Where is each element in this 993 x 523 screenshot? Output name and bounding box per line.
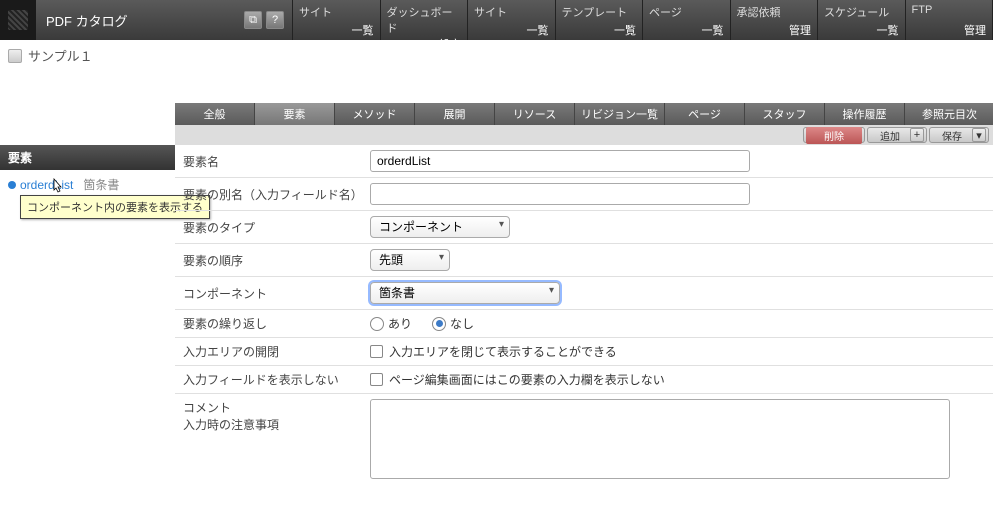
topnav-item-3[interactable]: テンプレート一覧 (556, 0, 644, 40)
topnav-bottom: 設定 (387, 36, 462, 52)
topnav-item-1[interactable]: ダッシュボード設定 (381, 0, 469, 40)
radio-repeat-no-label: なし (450, 315, 474, 332)
topnav-top: ページ (649, 4, 724, 20)
topnav-item-0[interactable]: サイト一覧 (293, 0, 381, 40)
tab-8[interactable]: 操作履歴 (825, 103, 905, 125)
cursor-pointer-icon (50, 178, 66, 194)
checkbox-hidefield[interactable] (370, 373, 383, 386)
checkbox-collapse[interactable] (370, 345, 383, 358)
select-order[interactable]: 先頭 (370, 249, 450, 271)
add-plus-icon[interactable]: + (910, 128, 924, 142)
topnav-top: スケジュール (824, 4, 899, 20)
label-alias: 要素の別名（入力フィールド名） (175, 186, 370, 203)
page-breadcrumb: サンプル１ (28, 46, 93, 65)
tab-1[interactable]: 要素 (255, 103, 335, 125)
topnav-top: FTP (912, 4, 987, 16)
topnav-item-6[interactable]: スケジュール一覧 (818, 0, 906, 40)
topnav-top: ダッシュボード (387, 4, 462, 36)
topnav-top: 承認依頼 (737, 4, 812, 20)
tab-9[interactable]: 参照元目次 (905, 103, 993, 125)
checkbox-collapse-label: 入力エリアを閉じて表示することができる (389, 343, 617, 360)
topnav-top: サイト (299, 4, 374, 20)
tab-6[interactable]: ページ (665, 103, 745, 125)
topnav-top: サイト (474, 4, 549, 20)
radio-repeat-yes[interactable] (370, 317, 384, 331)
topnav-top: テンプレート (562, 4, 637, 20)
tree-item-sub: 箇条書 (83, 176, 119, 193)
topnav-bottom: 管理 (912, 22, 987, 38)
help-icon[interactable]: ? (266, 11, 284, 29)
topnav-item-5[interactable]: 承認依頼管理 (731, 0, 819, 40)
label-comment-sub: 入力時の注意事項 (183, 416, 370, 433)
app-title: PDF カタログ (36, 0, 236, 40)
input-name[interactable] (370, 150, 750, 172)
delete-button[interactable]: 削除 (806, 127, 862, 144)
app-logo[interactable] (0, 0, 36, 40)
page-icon (8, 49, 22, 63)
window-icon[interactable]: ⧉ (244, 11, 262, 29)
checkbox-hidefield-label: ページ編集画面にはこの要素の入力欄を表示しない (389, 371, 665, 388)
tab-4[interactable]: リソース (495, 103, 575, 125)
input-alias[interactable] (370, 183, 750, 205)
add-button[interactable]: 追加 (870, 128, 910, 143)
topnav-bottom: 一覧 (562, 22, 637, 38)
label-component: コンポーネント (175, 285, 370, 302)
topnav-item-2[interactable]: サイト一覧 (468, 0, 556, 40)
radio-repeat-yes-label: あり (388, 315, 412, 332)
topnav-bottom: 一覧 (299, 22, 374, 38)
select-component[interactable]: 箇条書 (370, 282, 560, 304)
tab-0[interactable]: 全般 (175, 103, 255, 125)
label-name: 要素名 (175, 153, 370, 170)
topnav-item-7[interactable]: FTP 管理 (906, 0, 993, 40)
tree-item[interactable]: orderdList 箇条書 (8, 176, 167, 193)
topnav-bottom: 管理 (737, 22, 812, 38)
tree-bullet-icon (8, 181, 16, 189)
radio-repeat-no[interactable] (432, 317, 446, 331)
tab-5[interactable]: リビジョン一覧 (575, 103, 665, 125)
save-button[interactable]: 保存 (932, 128, 972, 143)
topnav-bottom: 一覧 (474, 22, 549, 38)
label-collapse: 入力エリアの開閉 (175, 343, 370, 360)
topnav-bottom: 一覧 (649, 22, 724, 38)
tab-2[interactable]: メソッド (335, 103, 415, 125)
textarea-comment[interactable] (370, 399, 950, 479)
tab-7[interactable]: スタッフ (745, 103, 825, 125)
save-dropdown-icon[interactable]: ▾ (972, 128, 986, 142)
label-comment: コメント (183, 401, 231, 415)
label-hidefield: 入力フィールドを表示しない (175, 371, 370, 388)
topnav-item-4[interactable]: ページ一覧 (643, 0, 731, 40)
select-type[interactable]: コンポーネント (370, 216, 510, 238)
tab-3[interactable]: 展開 (415, 103, 495, 125)
label-type: 要素のタイプ (175, 219, 370, 236)
topnav-bottom: 一覧 (824, 22, 899, 38)
label-order: 要素の順序 (175, 252, 370, 269)
label-repeat: 要素の繰り返し (175, 315, 370, 332)
left-panel-title: 要素 (0, 145, 175, 170)
